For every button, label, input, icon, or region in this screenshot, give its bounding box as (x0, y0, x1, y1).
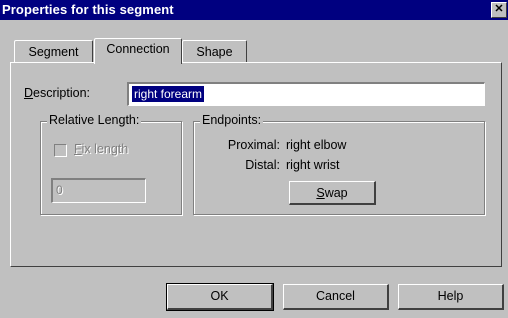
tab-connection[interactable]: Connection (94, 38, 182, 64)
description-value: right forearm (132, 86, 205, 102)
description-input[interactable]: right forearm (127, 82, 485, 106)
ok-button[interactable]: OK (166, 283, 274, 311)
proximal-label: Proximal: (227, 138, 280, 152)
help-button[interactable]: Help (398, 284, 504, 310)
tab-segment[interactable]: Segment (14, 40, 93, 62)
tab-shape[interactable]: Shape (182, 40, 247, 62)
cancel-button[interactable]: Cancel (283, 284, 389, 310)
relative-length-title: Relative Length: (47, 113, 142, 127)
close-icon: ✕ (494, 3, 504, 15)
endpoints-title: Endpoints: (200, 113, 264, 127)
title-bar: Properties for this segment ✕ (0, 0, 508, 20)
fix-length-checkbox[interactable] (54, 144, 67, 157)
tab-segment-label: Segment (28, 45, 79, 59)
relative-length-group: Relative Length: Fix length 0 (40, 113, 182, 215)
window-title: Properties for this segment (2, 2, 174, 17)
fix-length-label: Fix length (74, 142, 129, 156)
distal-value: right wrist (286, 158, 340, 172)
tab-connection-label: Connection (106, 42, 170, 56)
distal-label: Distal: (245, 158, 280, 172)
length-input[interactable]: 0 (51, 178, 146, 203)
close-button[interactable]: ✕ (491, 2, 507, 18)
proximal-value: right elbow (286, 138, 347, 152)
tab-shape-label: Shape (196, 45, 233, 59)
endpoints-group: Endpoints: Proximal: right elbow Distal:… (193, 113, 485, 215)
description-label: Description: (24, 86, 91, 100)
length-value: 0 (56, 183, 63, 197)
swap-button[interactable]: Swap (289, 181, 376, 205)
